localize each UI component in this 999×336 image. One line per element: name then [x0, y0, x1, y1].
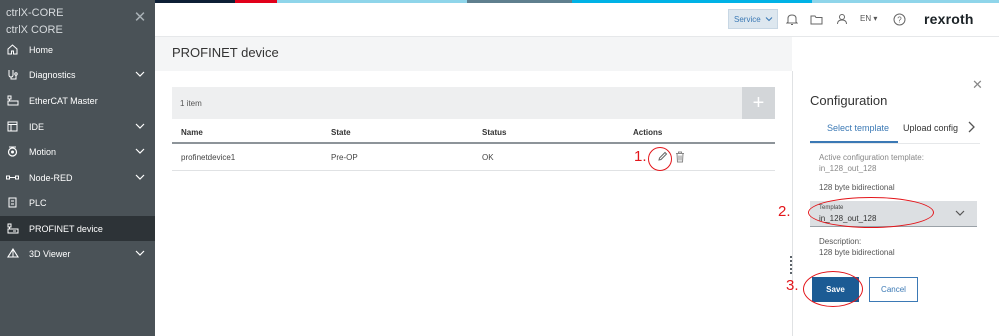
home-icon: [6, 43, 19, 56]
sidebar: ctrlX-CORE ctrlX CORE ✕ Home Diagnostics…: [0, 0, 155, 336]
viewer-3d-icon: [6, 247, 19, 260]
table-toolbar: 1 item: [172, 87, 742, 119]
row-divider: [172, 170, 775, 171]
service-dropdown[interactable]: Service: [728, 9, 778, 29]
column-header-name[interactable]: Name: [181, 128, 203, 137]
close-sidebar-icon[interactable]: ✕: [133, 10, 147, 25]
ethercat-icon: [6, 94, 19, 107]
header-divider: [172, 142, 775, 144]
tab-upload-config[interactable]: Upload config: [903, 123, 963, 133]
sidebar-item-plc[interactable]: PLC: [0, 190, 155, 215]
description-value: 128 byte bidirectional: [819, 248, 895, 257]
cancel-button[interactable]: Cancel: [869, 277, 918, 302]
chevron-down-icon: [765, 15, 773, 25]
language-selector[interactable]: EN ▾: [860, 14, 877, 23]
caret-down-icon: ▾: [873, 14, 878, 23]
annotation-step-3: 3.: [786, 277, 799, 294]
top-bar: Service EN ▾ ? rexroth: [155, 3, 999, 37]
description-label: Description:: [819, 237, 862, 246]
sidebar-item-label: Diagnostics: [29, 69, 76, 80]
chevron-right-icon[interactable]: [967, 121, 975, 136]
motion-icon: [6, 145, 19, 158]
sidebar-item-node-red[interactable]: Node-RED: [0, 165, 155, 190]
close-panel-icon[interactable]: ✕: [972, 77, 983, 93]
svg-text:?: ?: [897, 15, 902, 24]
column-header-state[interactable]: State: [331, 128, 351, 137]
sidebar-item-label: Motion: [29, 146, 57, 157]
language-label: EN: [860, 14, 872, 23]
sidebar-item-label: PLC: [29, 197, 47, 208]
node-red-icon: [6, 171, 19, 184]
chevron-down-icon: [135, 146, 145, 158]
sidebar-item-motion[interactable]: Motion: [0, 139, 155, 164]
chevron-down-icon: [135, 172, 145, 184]
sidebar-item-home[interactable]: Home: [0, 37, 155, 62]
sidebar-item-label: PROFINET device: [29, 223, 103, 234]
sidebar-item-ide[interactable]: IDE: [0, 114, 155, 139]
chevron-down-icon: [135, 69, 145, 81]
tab-divider: [810, 143, 980, 144]
brand-title: ctrlX-CORE ctrlX CORE: [6, 5, 63, 39]
cell-status: OK: [482, 153, 494, 162]
service-label: Service: [734, 14, 761, 24]
column-header-actions: Actions: [633, 128, 663, 137]
page-header: PROFINET device: [155, 37, 792, 71]
chevron-down-icon: [135, 248, 145, 260]
sidebar-item-label: 3D Viewer: [29, 248, 71, 259]
cell-name: profinetdevice1: [181, 153, 236, 162]
annotation-circle-template: [808, 197, 934, 228]
chevron-down-icon: [955, 208, 965, 220]
panel-title: Configuration: [810, 93, 888, 108]
page-title: PROFINET device: [172, 45, 279, 60]
tab-select-template[interactable]: Select template: [827, 123, 889, 133]
diagnostics-icon: [6, 68, 19, 81]
user-icon[interactable]: [835, 12, 849, 26]
chevron-down-icon: [135, 121, 145, 133]
active-template-label: Active configuration template:: [819, 153, 924, 162]
rexroth-logo: rexroth: [924, 11, 974, 27]
sidebar-item-diagnostics[interactable]: Diagnostics: [0, 62, 155, 87]
help-icon[interactable]: ?: [892, 12, 906, 26]
plc-icon: [6, 196, 19, 209]
bell-icon[interactable]: [785, 12, 799, 26]
column-header-status[interactable]: Status: [482, 128, 506, 137]
sidebar-item-label: Home: [29, 44, 54, 55]
ide-icon: [6, 120, 19, 133]
active-template-value: in_128_out_128: [819, 164, 877, 173]
cell-state: Pre-OP: [331, 153, 358, 162]
sidebar-item-profinet-device[interactable]: PROFINET device: [0, 216, 155, 241]
sidebar-item-label: EtherCAT Master: [29, 95, 98, 106]
active-template-description: 128 byte bidirectional: [819, 183, 895, 192]
trash-icon[interactable]: [674, 150, 686, 163]
annotation-circle-save: [803, 271, 863, 307]
add-device-button[interactable]: +: [742, 87, 775, 119]
annotation-step-2: 2.: [778, 203, 791, 220]
brand-line-1: ctrlX-CORE: [6, 7, 64, 19]
profinet-icon: [6, 222, 19, 235]
annotation-step-1: 1.: [634, 148, 647, 165]
item-count: 1 item: [180, 99, 202, 108]
annotation-circle-edit: [648, 147, 672, 171]
active-tab-indicator: [810, 141, 898, 143]
main-content: 1 item + Name State Status Actions profi…: [155, 71, 792, 336]
sidebar-item-label: Node-RED: [29, 172, 73, 183]
sidebar-item-label: IDE: [29, 121, 45, 132]
sidebar-item-ethercat-master[interactable]: EtherCAT Master: [0, 88, 155, 113]
sidebar-item-3d-viewer[interactable]: 3D Viewer: [0, 241, 155, 266]
folder-icon[interactable]: [809, 12, 823, 26]
